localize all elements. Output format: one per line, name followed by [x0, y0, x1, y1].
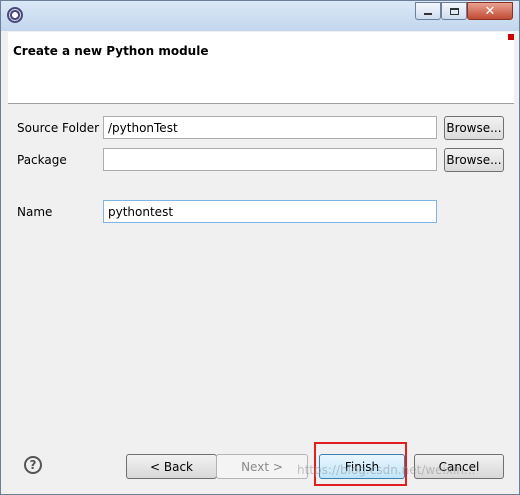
- close-icon: ✕: [484, 3, 496, 19]
- package-browse-button[interactable]: Browse...: [444, 148, 504, 172]
- name-input[interactable]: [103, 200, 437, 223]
- eclipse-icon: [7, 7, 23, 23]
- header-banner: Create a new Python module: [8, 32, 514, 104]
- new-python-module-dialog: ✕ Create a new Python module Source Fold…: [0, 0, 520, 495]
- name-label: Name: [17, 205, 53, 219]
- help-icon[interactable]: ?: [24, 456, 42, 474]
- minimize-button[interactable]: [415, 2, 441, 20]
- cancel-button[interactable]: Cancel: [414, 454, 504, 479]
- package-input[interactable]: [103, 148, 437, 171]
- error-marker: [508, 34, 514, 40]
- maximize-button[interactable]: [441, 2, 467, 20]
- source-folder-browse-button[interactable]: Browse...: [444, 116, 504, 140]
- close-button[interactable]: ✕: [467, 2, 513, 20]
- title-bar[interactable]: ✕: [1, 1, 519, 31]
- source-folder-label: Source Folder: [17, 121, 100, 135]
- maximize-icon: [449, 7, 459, 15]
- minimize-icon: [424, 13, 432, 15]
- finish-button[interactable]: Finish: [319, 454, 405, 479]
- source-folder-input[interactable]: [103, 116, 437, 139]
- next-button[interactable]: Next >: [216, 454, 308, 479]
- package-label: Package: [17, 153, 67, 167]
- back-button[interactable]: < Back: [126, 454, 217, 479]
- page-title: Create a new Python module: [13, 44, 209, 58]
